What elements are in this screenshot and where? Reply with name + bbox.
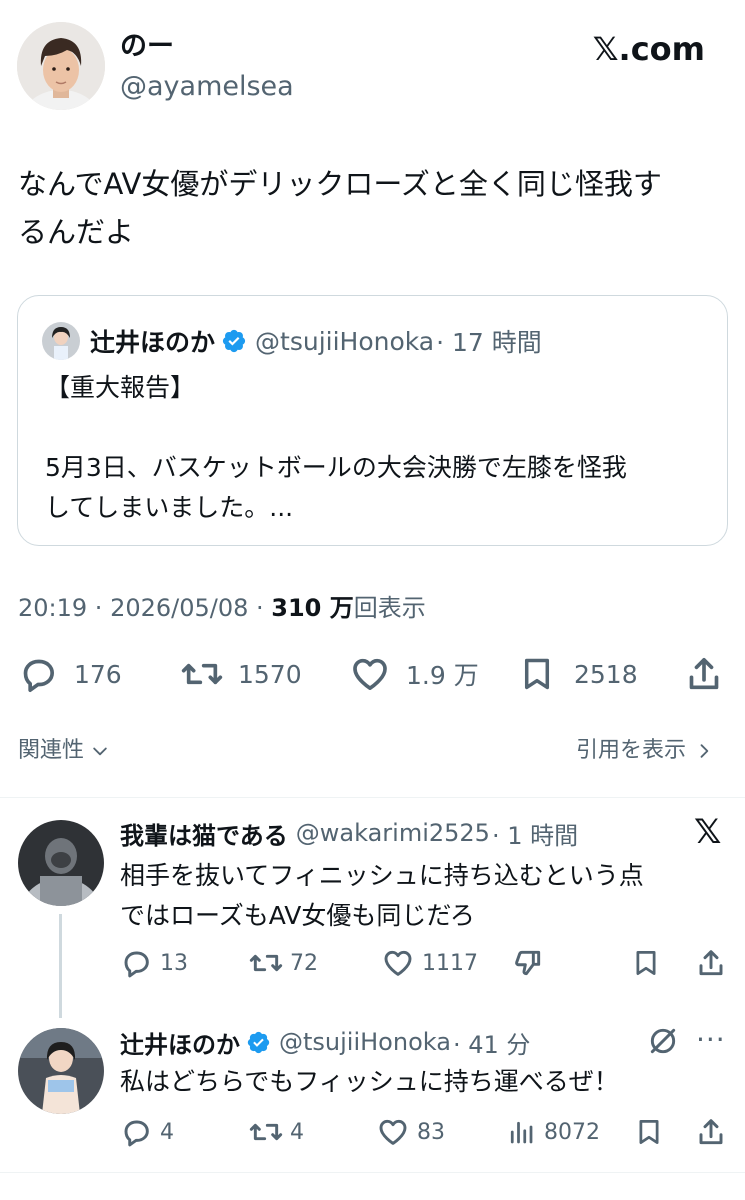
share-action[interactable] [684,653,724,695]
reply-count: 176 [74,659,122,689]
tweet-time[interactable]: 20:19 [18,594,87,622]
tweet-text-line: るんだよ [18,215,135,249]
analytics-icon [510,1121,533,1144]
reply-timestamp[interactable]: · 1 時間 [492,816,578,851]
retweet-count: 1570 [238,659,302,689]
retweet-icon [249,954,283,972]
reply-retweet-count: 4 [290,1119,304,1145]
reply-like-count: 83 [417,1119,445,1145]
quote-text-line: 【重大報告】 [45,373,196,402]
reply-like-action[interactable]: 83 [377,1114,445,1150]
thumbs-down-icon [515,950,541,976]
reply-share-action[interactable] [695,945,727,981]
reply-header: 辻井ほのか @tsujiiHonoka · 41 分 [120,1024,530,1060]
thread-connector-line [59,914,62,1018]
bookmark-icon [524,658,550,690]
sort-relevance-label: 関連性 [18,738,85,763]
reply-header: 我輩は猫である @wakarimi2525 · 1 時間 [120,815,578,851]
tweet-meta: 20:19 · 2026/05/08 · 310 万回表示 [18,590,426,626]
reply-text-line: 相手を抜いてフィニッシュに持ち込むという点 [120,861,644,890]
like-action[interactable]: 1.9 万 [350,653,479,695]
reply-reply-count: 4 [160,1119,174,1145]
reply-action[interactable]: 176 [18,653,122,695]
author-name[interactable]: のー [120,30,174,64]
reply-retweet-action[interactable]: 4 [248,1114,304,1150]
reply-reply-action[interactable]: 13 [120,945,188,981]
tweet-text-line: なんでAV女優がデリックローズと全く同じ怪我す [18,167,662,201]
view-quotes-label: 引用を表示 [576,738,687,763]
quote-text-line: してしまいました。... [45,493,294,522]
bookmark-action[interactable]: 2518 [518,653,638,695]
chevron-right-icon [700,744,709,758]
retweet-icon [249,1123,283,1141]
grok-icon[interactable] [647,1025,679,1061]
reply-reply-action[interactable]: 4 [120,1114,174,1150]
verified-badge-icon [247,1031,270,1053]
quote-text-line: 5月3日、バスケットボールの大会決勝で左膝を怪我 [45,453,627,482]
tweet-date[interactable]: 2026/05/08 [110,594,248,622]
quote-author-name[interactable]: 辻井ほのか [90,323,215,359]
reply-bookmark-action[interactable] [631,945,661,981]
reply-text-line: ではローズもAV女優も同じだろ [120,901,475,930]
reply-share-action[interactable] [695,1114,727,1150]
reply-retweet-action[interactable]: 72 [248,945,318,981]
reply-dislike-action[interactable] [512,945,544,981]
view-quotes-link[interactable]: 引用を表示 [576,734,714,768]
quote-text: 【重大報告】 5月3日、バスケットボールの大会決勝で左膝を怪我 してしまいました… [45,368,627,528]
share-icon [689,658,719,690]
tweet-text: なんでAV女優がデリックローズと全く同じ怪我す るんだよ [18,160,662,256]
reply-icon [124,1120,149,1147]
reply-view-count: 8072 [544,1119,600,1145]
reply-author-avatar[interactable] [18,1028,104,1114]
like-count: 1.9 万 [406,661,479,690]
bookmark-icon [639,1120,659,1144]
reply-text: 私はどちらでもフィッシュに持ち運べるぜ！ [120,1062,619,1102]
reply-author-handle[interactable]: @wakarimi2525 [296,819,490,847]
reply-text-line: 私はどちらでもフィッシュに持ち運べるぜ！ [120,1067,619,1096]
retweet-icon [181,663,223,685]
heart-icon [384,950,412,976]
chevron-down-icon [93,747,107,756]
more-options-icon[interactable]: ··· [696,1022,726,1058]
reply-icon [124,951,149,978]
reply-views-action[interactable]: 8072 [506,1114,600,1150]
share-icon [699,1119,723,1145]
meta-separator: · [248,594,272,622]
reply-bookmark-action[interactable] [634,1114,664,1150]
reply-timestamp[interactable]: · 41 分 [453,1025,530,1060]
reply-author-avatar[interactable] [18,820,104,906]
x-logo-icon: 𝕏 [694,812,722,852]
view-label: 回表示 [353,594,426,622]
retweet-action[interactable]: 1570 [180,653,302,695]
reply-author-name[interactable]: 辻井ほのか [120,1025,240,1060]
reply-like-action[interactable]: 1117 [382,945,478,981]
author-handle[interactable]: @ayamelsea [120,70,294,104]
reply-icon [23,659,55,692]
author-avatar[interactable] [17,22,105,110]
x-com-logo: 𝕏.com [592,30,705,68]
quote-timestamp[interactable]: · 17 時間 [436,323,542,359]
quote-header: 辻井ほのか @tsujiiHonoka · 17 時間 [90,322,542,360]
reply-author-handle[interactable]: @tsujiiHonoka [279,1028,451,1056]
reply-author-name[interactable]: 我輩は猫である [120,816,288,851]
heart-icon [353,658,387,690]
reply-like-count: 1117 [422,950,478,976]
reply-text: 相手を抜いてフィニッシュに持ち込むという点 ではローズもAV女優も同じだろ [120,856,644,936]
sort-relevance-dropdown[interactable]: 関連性 [18,734,110,768]
quote-author-handle[interactable]: @tsujiiHonoka [255,327,434,356]
share-icon [699,950,723,976]
bookmark-icon [636,951,656,975]
quote-author-avatar[interactable] [42,322,80,360]
verified-badge-icon [222,329,246,353]
section-divider [0,1172,745,1173]
heart-icon [379,1119,407,1145]
reply-retweet-count: 72 [290,950,318,976]
meta-separator: · [87,594,111,622]
section-divider [0,797,745,798]
view-count: 310 万 [271,594,354,622]
bookmark-count: 2518 [574,659,638,689]
reply-reply-count: 13 [160,950,188,976]
